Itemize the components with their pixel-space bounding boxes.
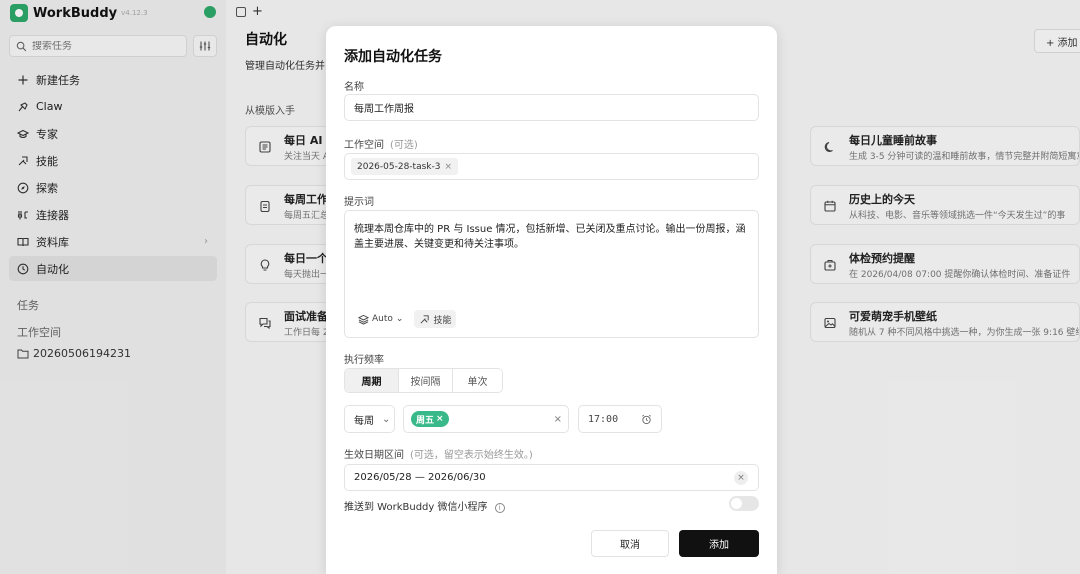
cancel-button[interactable]: 取消 (591, 530, 669, 557)
date-range-hint: (可选，留空表示始终生效。) (410, 450, 533, 461)
push-label: 推送到 WorkBuddy 微信小程序 i (344, 498, 505, 513)
prompt-toolbar: Auto ⌄ 技能 (353, 310, 457, 328)
prompt-label: 提示词 (344, 197, 374, 208)
remove-chip-icon[interactable]: × (444, 162, 452, 172)
workspace-select[interactable]: 2026-05-28-task-3 × (344, 153, 759, 180)
name-field[interactable] (344, 94, 759, 121)
prompt-textarea[interactable]: 梳理本周仓库中的 PR 与 Issue 情况，包括新增、已关闭及重点讨论。输出一… (354, 222, 749, 252)
frequency-tabs: 周期 按间隔 单次 (344, 368, 503, 393)
skill-button[interactable]: 技能 (414, 310, 457, 328)
alarm-clock-icon (642, 414, 651, 424)
workspace-chip-label: 2026-05-28-task-3 (357, 161, 441, 172)
date-range-value: 2026/05/28 — 2026/06/30 (354, 472, 486, 483)
weekday-chip: 周五 × (411, 411, 449, 427)
info-icon[interactable]: i (494, 503, 505, 513)
skill-icon (420, 314, 430, 323)
clear-date-icon[interactable]: × (734, 471, 748, 485)
workspace-label: 工作空间 (可选) (344, 136, 418, 151)
add-automation-dialog: 添加自动化任务 名称 工作空间(可选) 2026-05-28-task-3 × … (326, 26, 777, 574)
submit-add-button[interactable]: 添加 (679, 530, 759, 557)
time-picker[interactable]: 17:00 (578, 405, 662, 433)
clear-days-icon[interactable]: × (554, 414, 562, 425)
prompt-field[interactable]: 梳理本周仓库中的 PR 与 Issue 情况，包括新增、已关闭及重点讨论。输出一… (344, 210, 759, 338)
model-selector[interactable]: Auto ⌄ (353, 310, 408, 328)
date-range-label-text: 生效日期区间 (344, 450, 404, 461)
chevron-down-icon: ⌄ (395, 314, 404, 324)
weekday-chip-label: 周五 (416, 415, 435, 426)
remove-day-icon[interactable]: × (436, 414, 444, 424)
workspace-optional-hint: (可选) (390, 140, 418, 151)
layers-icon (358, 314, 369, 325)
weekday-select[interactable]: 周五 × × (403, 405, 569, 433)
date-range-label: 生效日期区间 (可选，留空表示始终生效。) (344, 446, 533, 461)
period-select-value: 每周 (354, 415, 374, 427)
dialog-title: 添加自动化任务 (344, 49, 442, 65)
frequency-label: 执行频率 (344, 355, 384, 366)
time-value[interactable]: 17:00 (588, 414, 618, 425)
push-toggle[interactable] (729, 496, 759, 511)
workspace-label-text: 工作空间 (344, 140, 384, 151)
skill-label: 技能 (433, 315, 452, 326)
date-range-picker[interactable]: 2026/05/28 — 2026/06/30 × (344, 464, 759, 491)
tab-periodic[interactable]: 周期 (345, 369, 399, 392)
workspace-chip: 2026-05-28-task-3 × (351, 158, 459, 175)
chevron-down-icon: ⌄ (382, 413, 391, 425)
push-label-text: 推送到 WorkBuddy 微信小程序 (344, 502, 488, 513)
model-label: Auto (372, 314, 393, 324)
name-label: 名称 (344, 82, 364, 93)
period-select[interactable]: 每周 ⌄ (344, 405, 395, 433)
name-input[interactable] (354, 102, 744, 113)
tab-interval[interactable]: 按间隔 (399, 369, 453, 392)
tab-once[interactable]: 单次 (453, 369, 502, 392)
